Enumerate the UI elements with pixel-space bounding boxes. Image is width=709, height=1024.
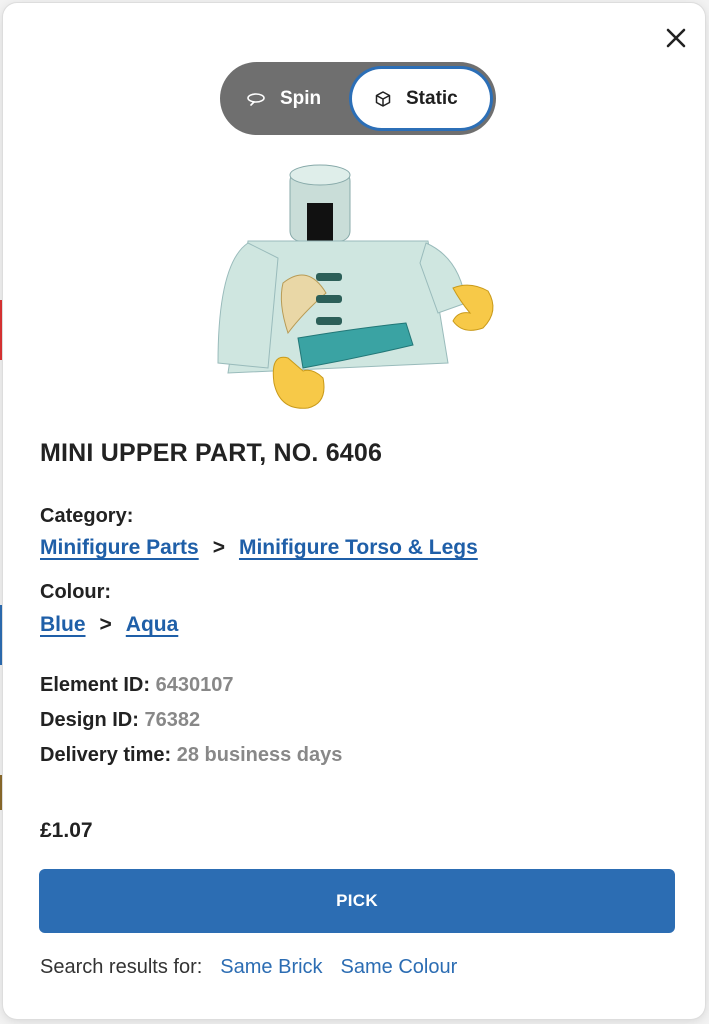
- category-label: Category:: [40, 505, 134, 527]
- category-link-torso-legs[interactable]: Minifigure Torso & Legs: [239, 536, 478, 560]
- spin-icon: [247, 92, 265, 106]
- design-id-label: Design ID:: [40, 709, 139, 731]
- chevron-right-icon: >: [212, 536, 225, 559]
- category-breadcrumb: Minifigure Parts > Minifigure Torso & Le…: [40, 536, 478, 560]
- element-id-value: 6430107: [155, 674, 234, 696]
- colour-breadcrumb: Blue > Aqua: [40, 613, 178, 637]
- same-colour-link[interactable]: Same Colour: [341, 956, 458, 979]
- element-id-label: Element ID:: [40, 674, 151, 696]
- design-id-row: Design ID: 76382: [40, 709, 200, 732]
- close-icon[interactable]: [661, 23, 691, 53]
- static-label: Static: [406, 87, 458, 109]
- product-title: MINI UPPER PART, NO. 6406: [40, 439, 383, 467]
- element-id-row: Element ID: 6430107: [40, 674, 233, 697]
- search-label: Search results for:: [40, 956, 203, 978]
- view-mode-toggle: Spin Static: [220, 62, 496, 135]
- colour-link-blue[interactable]: Blue: [40, 613, 86, 637]
- spin-option[interactable]: Spin: [246, 62, 321, 135]
- chevron-right-icon: >: [99, 613, 112, 636]
- search-results-row: Search results for: Same Brick Same Colo…: [40, 956, 457, 979]
- product-image: [217, 164, 494, 409]
- delivery-value: 28 business days: [176, 744, 343, 766]
- category-link-minifigure-parts[interactable]: Minifigure Parts: [40, 536, 199, 560]
- price: £1.07: [40, 819, 93, 842]
- colour-link-aqua[interactable]: Aqua: [126, 613, 179, 637]
- pick-button[interactable]: PICK: [39, 869, 675, 933]
- colour-label: Colour:: [40, 581, 112, 603]
- cube-icon: [375, 90, 391, 107]
- spin-label: Spin: [280, 87, 322, 109]
- delivery-label: Delivery time:: [40, 744, 172, 766]
- delivery-row: Delivery time: 28 business days: [40, 744, 342, 767]
- part-detail-modal: Spin Static MINI UPPER PART, NO. 6406 Ca…: [3, 3, 705, 1019]
- static-option[interactable]: Static: [352, 69, 490, 128]
- same-brick-link[interactable]: Same Brick: [220, 956, 322, 979]
- design-id-value: 76382: [144, 709, 201, 731]
